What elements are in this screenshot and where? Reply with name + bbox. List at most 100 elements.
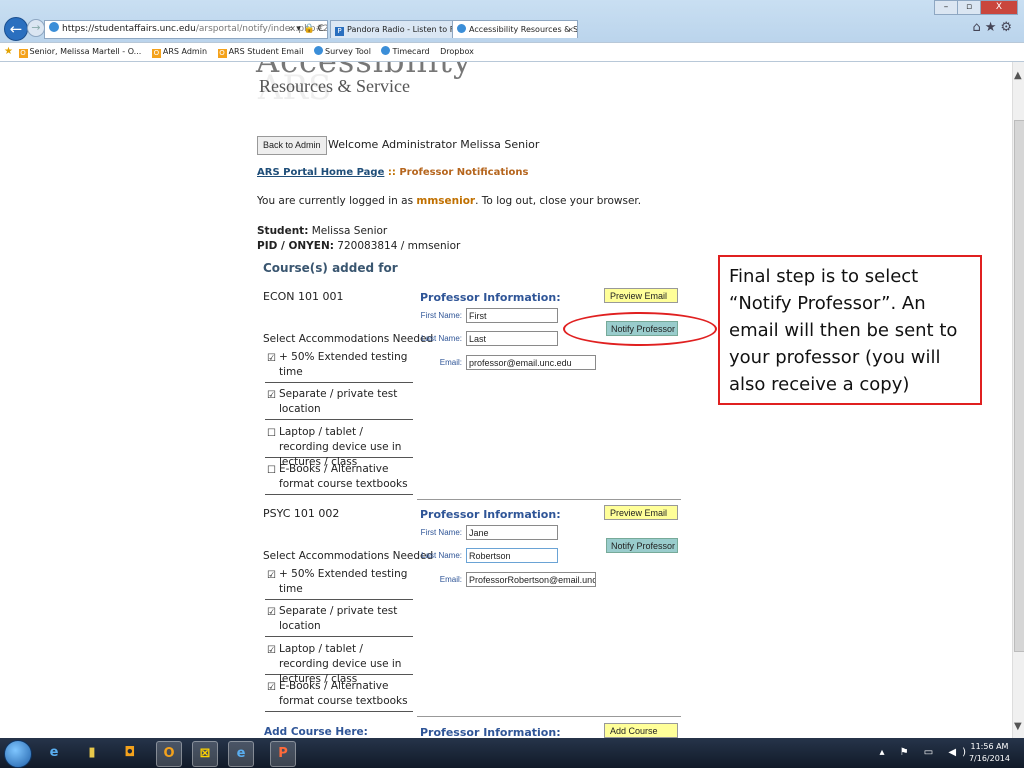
login-username: mmsenior [416, 195, 476, 207]
system-tray-icons[interactable]: ▴ ⚑ ▭ ◀) [879, 747, 972, 758]
add-course-button[interactable]: Add Course [604, 723, 678, 738]
checkbox-checked-icon[interactable]: ☑ [267, 680, 276, 695]
scrollbar-thumb[interactable] [1014, 120, 1024, 652]
media-player-icon[interactable]: ◘ [118, 741, 142, 765]
accommodation-item[interactable]: ☑ Separate / private test location [265, 387, 413, 420]
accommodation-item[interactable]: ☐ E-Books / Alternative format course tex… [265, 462, 413, 495]
maximize-button[interactable]: ▫ [957, 0, 981, 15]
outlook-icon: O [18, 49, 28, 58]
checkbox-checked-icon[interactable]: ☑ [267, 605, 276, 620]
highlight-ellipse [563, 312, 717, 346]
accommodation-item[interactable]: ☐ Laptop / tablet / recording device use … [265, 425, 413, 468]
powerpoint-icon[interactable]: P [270, 741, 296, 767]
last-name-field[interactable]: Robertson [466, 548, 558, 563]
url-host: studentaffairs.unc.edu [94, 24, 196, 34]
student-label: Student: [257, 225, 309, 237]
clock[interactable]: 11:56 AM 7/16/2014 [969, 741, 1010, 765]
back-to-admin-button[interactable]: Back to Admin [257, 136, 327, 155]
add-course-label: Add Course Here: [264, 726, 368, 738]
courses-heading: Course(s) added for [263, 261, 398, 275]
last-name-field[interactable]: Last [466, 331, 558, 346]
scroll-up-arrow-icon[interactable]: ▲ [1014, 70, 1022, 81]
url-prefix: https:// [62, 24, 95, 34]
checkbox-unchecked-icon[interactable]: ☐ [267, 426, 276, 441]
address-controls[interactable]: ⌕ ▾ 🔒 C [288, 21, 324, 38]
checkbox-checked-icon[interactable]: ☑ [267, 568, 276, 583]
checkbox-checked-icon[interactable]: ☑ [267, 388, 276, 403]
file-explorer-icon[interactable]: ▮ [80, 741, 104, 765]
notify-professor-button[interactable]: Notify Professor [606, 538, 678, 553]
divider [417, 499, 681, 500]
favorites-bar: ★ O Senior, Melissa Martell - O... O ARS A… [0, 42, 1024, 62]
pid-label: PID / ONYEN: [257, 240, 334, 252]
accommodation-item[interactable]: ☑ + 50% Extended testing time [265, 350, 413, 383]
back-arrow-icon[interactable]: ← [4, 17, 28, 41]
professor-info-heading: Professor Information: [420, 291, 561, 304]
snipping-tool-icon[interactable]: ⊠ [192, 741, 218, 767]
checkbox-unchecked-icon[interactable]: ☐ [267, 463, 276, 478]
select-accommodations-label: Select Accommodations Needed [263, 550, 434, 562]
ie-page-icon [314, 46, 323, 55]
vertical-scrollbar[interactable]: ▲ ▼ [1012, 62, 1024, 738]
course-name: ECON 101 001 [263, 290, 344, 303]
breadcrumb-current: Professor Notifications [399, 167, 529, 178]
home-favorites-settings-icons[interactable]: ⌂★⚙ [972, 20, 1016, 35]
internet-explorer-icon[interactable]: e [228, 741, 254, 767]
favorites-star-icon[interactable]: ★ [4, 46, 13, 57]
professor-info-heading: Professor Information: [420, 508, 561, 521]
ie-page-icon [49, 22, 59, 32]
favorite-item[interactable]: O Senior, Melissa Martell - O... [18, 47, 141, 58]
first-name-field[interactable]: First [466, 308, 558, 323]
pid-value: 720083814 / mmsenior [333, 240, 461, 252]
outlook-icon: O [217, 49, 227, 58]
checkbox-checked-icon[interactable]: ☑ [267, 351, 276, 366]
email-label: Email: [439, 575, 462, 584]
pandora-icon: P [335, 27, 344, 36]
accommodation-item[interactable]: ☑ Laptop / tablet / recording device use … [265, 642, 413, 685]
welcome-text: Welcome Administrator Melissa Senior [328, 138, 540, 151]
breadcrumb-home-link[interactable]: ARS Portal Home Page [257, 167, 384, 178]
last-name-label: Last Name: [421, 551, 462, 560]
favorite-item[interactable]: Survey Tool [314, 46, 371, 56]
first-name-field[interactable]: Jane [466, 525, 558, 540]
course-name: PSYC 101 002 [263, 507, 340, 520]
minimize-button[interactable]: – [934, 0, 958, 15]
window-controls: – ▫ X [934, 0, 1018, 15]
tab-accessibility-resources[interactable]: Accessibility Resources & S... × [452, 20, 578, 38]
scroll-down-arrow-icon[interactable]: ▼ [1014, 721, 1022, 732]
tab-label: Accessibility Resources & S... [469, 25, 578, 34]
browser-chrome: ← → https://studentaffairs.unc.edu/arspo… [0, 0, 1024, 62]
accommodation-item[interactable]: ☑ + 50% Extended testing time [265, 567, 413, 600]
outlook-icon[interactable]: O [156, 741, 182, 767]
last-name-label: Last Name: [421, 334, 462, 343]
favorite-item[interactable]: Timecard [381, 46, 430, 56]
close-window-button[interactable]: X [980, 0, 1018, 15]
favorite-item[interactable]: O ARS Admin [151, 47, 207, 58]
ie-page-icon [381, 46, 391, 55]
internet-explorer-icon[interactable]: e [42, 741, 66, 765]
start-button-icon[interactable] [4, 740, 32, 768]
favorite-item[interactable]: Dropbox [440, 47, 474, 56]
accommodation-item[interactable]: ☑ E-Books / Alternative format course tex… [265, 679, 413, 712]
professor-info-heading: Professor Information: [420, 726, 561, 738]
email-field[interactable]: professor@email.unc.edu [466, 355, 596, 370]
favorite-item[interactable]: O ARS Student Email [217, 47, 303, 58]
ie-tab-icon [457, 24, 466, 33]
forward-arrow-icon[interactable]: → [27, 19, 45, 37]
clock-date: 7/16/2014 [968, 754, 1010, 763]
select-accommodations-label: Select Accommodations Needed [263, 333, 434, 345]
accommodation-item[interactable]: ☑ Separate / private test location [265, 604, 413, 637]
checkbox-checked-icon[interactable]: ☑ [267, 643, 276, 658]
preview-email-button[interactable]: Preview Email [604, 288, 678, 303]
email-label: Email: [439, 358, 462, 367]
close-tab-icon[interactable]: × [567, 21, 574, 38]
divider [417, 716, 681, 717]
email-field[interactable]: ProfessorRobertson@email.unc.e [466, 572, 596, 587]
logo-subtitle: Resources & Service [259, 76, 410, 96]
address-bar[interactable]: https://studentaffairs.unc.edu/arsportal… [44, 20, 328, 39]
windows-taskbar: e ▮ ◘ O ⊠ e P ▴ ⚑ ▭ ◀) 11:56 AM 7/16/201… [0, 738, 1024, 768]
outlook-icon: O [151, 49, 161, 58]
tab-pandora[interactable]: PPandora Radio - Listen to Free ... [330, 20, 456, 38]
preview-email-button[interactable]: Preview Email [604, 505, 678, 520]
student-info: Student: Melissa Senior PID / ONYEN: 720… [257, 224, 460, 254]
